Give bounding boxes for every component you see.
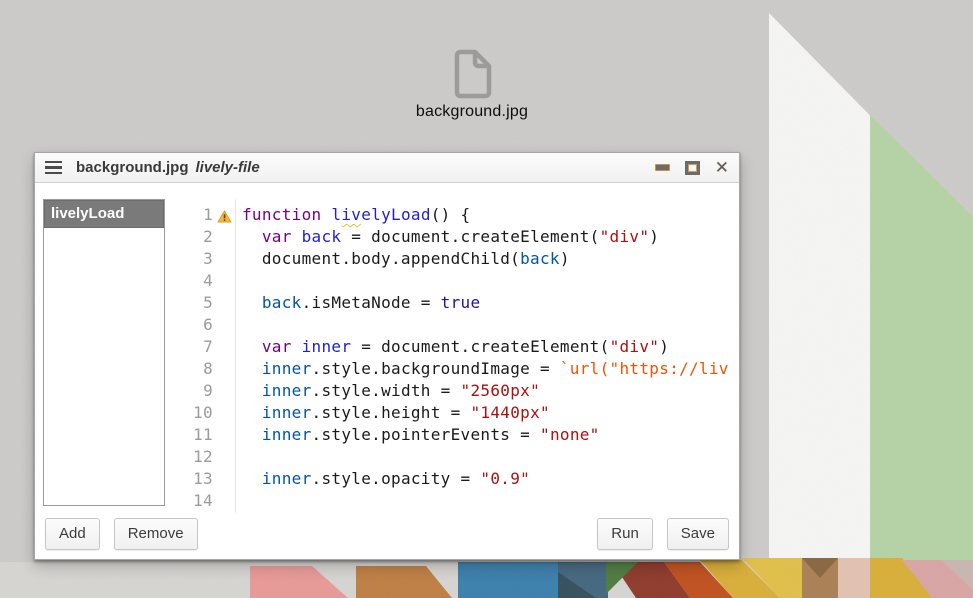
file-label: background.jpg: [392, 103, 552, 121]
editor-window: background.jpg lively-file ✕ livelyLoad …: [34, 152, 740, 560]
code-line: 9 inner.style.width = "2560px": [173, 380, 739, 402]
code-line: 10 inner.style.height = "1440px": [173, 402, 739, 424]
gutter-marker: [213, 402, 235, 424]
gutter-marker: [213, 336, 235, 358]
document-icon: [448, 48, 496, 100]
window-titlebar[interactable]: background.jpg lively-file ✕: [35, 153, 739, 183]
code-line: 8 inner.style.backgroundImage = `url("ht…: [173, 358, 739, 380]
window-title: background.jpg: [76, 159, 189, 176]
minimize-icon[interactable]: [655, 164, 670, 171]
list-item[interactable]: livelyLoad: [44, 200, 164, 228]
line-number: 6: [173, 314, 213, 336]
line-number: 8: [173, 358, 213, 380]
code-text: [235, 446, 242, 468]
window-subtitle: lively-file: [196, 159, 260, 176]
save-button[interactable]: Save: [667, 518, 729, 550]
menu-icon[interactable]: [45, 161, 62, 175]
code-line: 13 inner.style.opacity = "0.9": [173, 468, 739, 490]
gutter-marker: [213, 490, 235, 512]
code-text: var inner = document.createElement("div"…: [235, 336, 669, 358]
code-text: inner.style.width = "2560px": [235, 380, 540, 402]
gutter-marker: [213, 226, 235, 248]
code-line: 3 document.body.appendChild(back): [173, 248, 739, 270]
gutter-marker: [213, 468, 235, 490]
wallpaper-green-triangle: [870, 115, 973, 598]
code-text: [235, 490, 242, 512]
code-text: [235, 314, 242, 336]
run-button[interactable]: Run: [597, 518, 653, 550]
gutter-marker: [213, 358, 235, 380]
code-text: back.isMetaNode = true: [235, 292, 480, 314]
line-number: 4: [173, 270, 213, 292]
line-number: 3: [173, 248, 213, 270]
code-text: document.body.appendChild(back): [235, 248, 570, 270]
gutter-marker: [213, 380, 235, 402]
code-text: function livelyLoad() {: [235, 204, 470, 226]
gutter-marker: [213, 292, 235, 314]
code-line: 5 back.isMetaNode = true: [173, 292, 739, 314]
code-editor[interactable]: 1function livelyLoad() {2 var back = doc…: [173, 199, 739, 513]
line-number: 12: [173, 446, 213, 468]
code-line: 6: [173, 314, 739, 336]
line-number: 9: [173, 380, 213, 402]
line-number: 13: [173, 468, 213, 490]
code-line: 7 var inner = document.createElement("di…: [173, 336, 739, 358]
line-number: 10: [173, 402, 213, 424]
code-text: inner.style.backgroundImage = `url("http…: [235, 358, 729, 380]
gutter-marker: [213, 446, 235, 468]
line-number: 1: [173, 204, 213, 226]
line-number: 7: [173, 336, 213, 358]
maximize-icon[interactable]: [685, 161, 700, 175]
line-number: 11: [173, 424, 213, 446]
button-bar: Add Remove Run Save: [45, 517, 729, 551]
gutter-marker: [213, 270, 235, 292]
code-text: inner.style.height = "1440px": [235, 402, 550, 424]
code-text: var back = document.createElement("div"): [235, 226, 659, 248]
gutter-separator: [235, 199, 236, 513]
gutter-marker: [213, 204, 235, 226]
gutter-marker: [213, 248, 235, 270]
code-line: 4: [173, 270, 739, 292]
wallpaper-white-triangle: [769, 13, 870, 598]
code-text: inner.style.pointerEvents = "none": [235, 424, 600, 446]
line-number: 2: [173, 226, 213, 248]
code-line: 11 inner.style.pointerEvents = "none": [173, 424, 739, 446]
gutter-marker: [213, 424, 235, 446]
line-number: 5: [173, 292, 213, 314]
code-text: inner.style.opacity = "0.9": [235, 468, 530, 490]
code-line: 14: [173, 490, 739, 512]
code-line: 2 var back = document.createElement("div…: [173, 226, 739, 248]
close-icon[interactable]: ✕: [715, 161, 729, 175]
desktop-file-background-jpg[interactable]: background.jpg: [392, 48, 552, 121]
line-number: 14: [173, 490, 213, 512]
gutter-marker: [213, 314, 235, 336]
code-line: 12: [173, 446, 739, 468]
add-button[interactable]: Add: [45, 518, 100, 550]
warning-icon: [217, 210, 232, 223]
remove-button[interactable]: Remove: [114, 518, 198, 550]
code-line: 1 function livelyLoad() {: [173, 204, 739, 226]
function-list[interactable]: livelyLoad: [43, 199, 165, 506]
code-text: [235, 270, 242, 292]
